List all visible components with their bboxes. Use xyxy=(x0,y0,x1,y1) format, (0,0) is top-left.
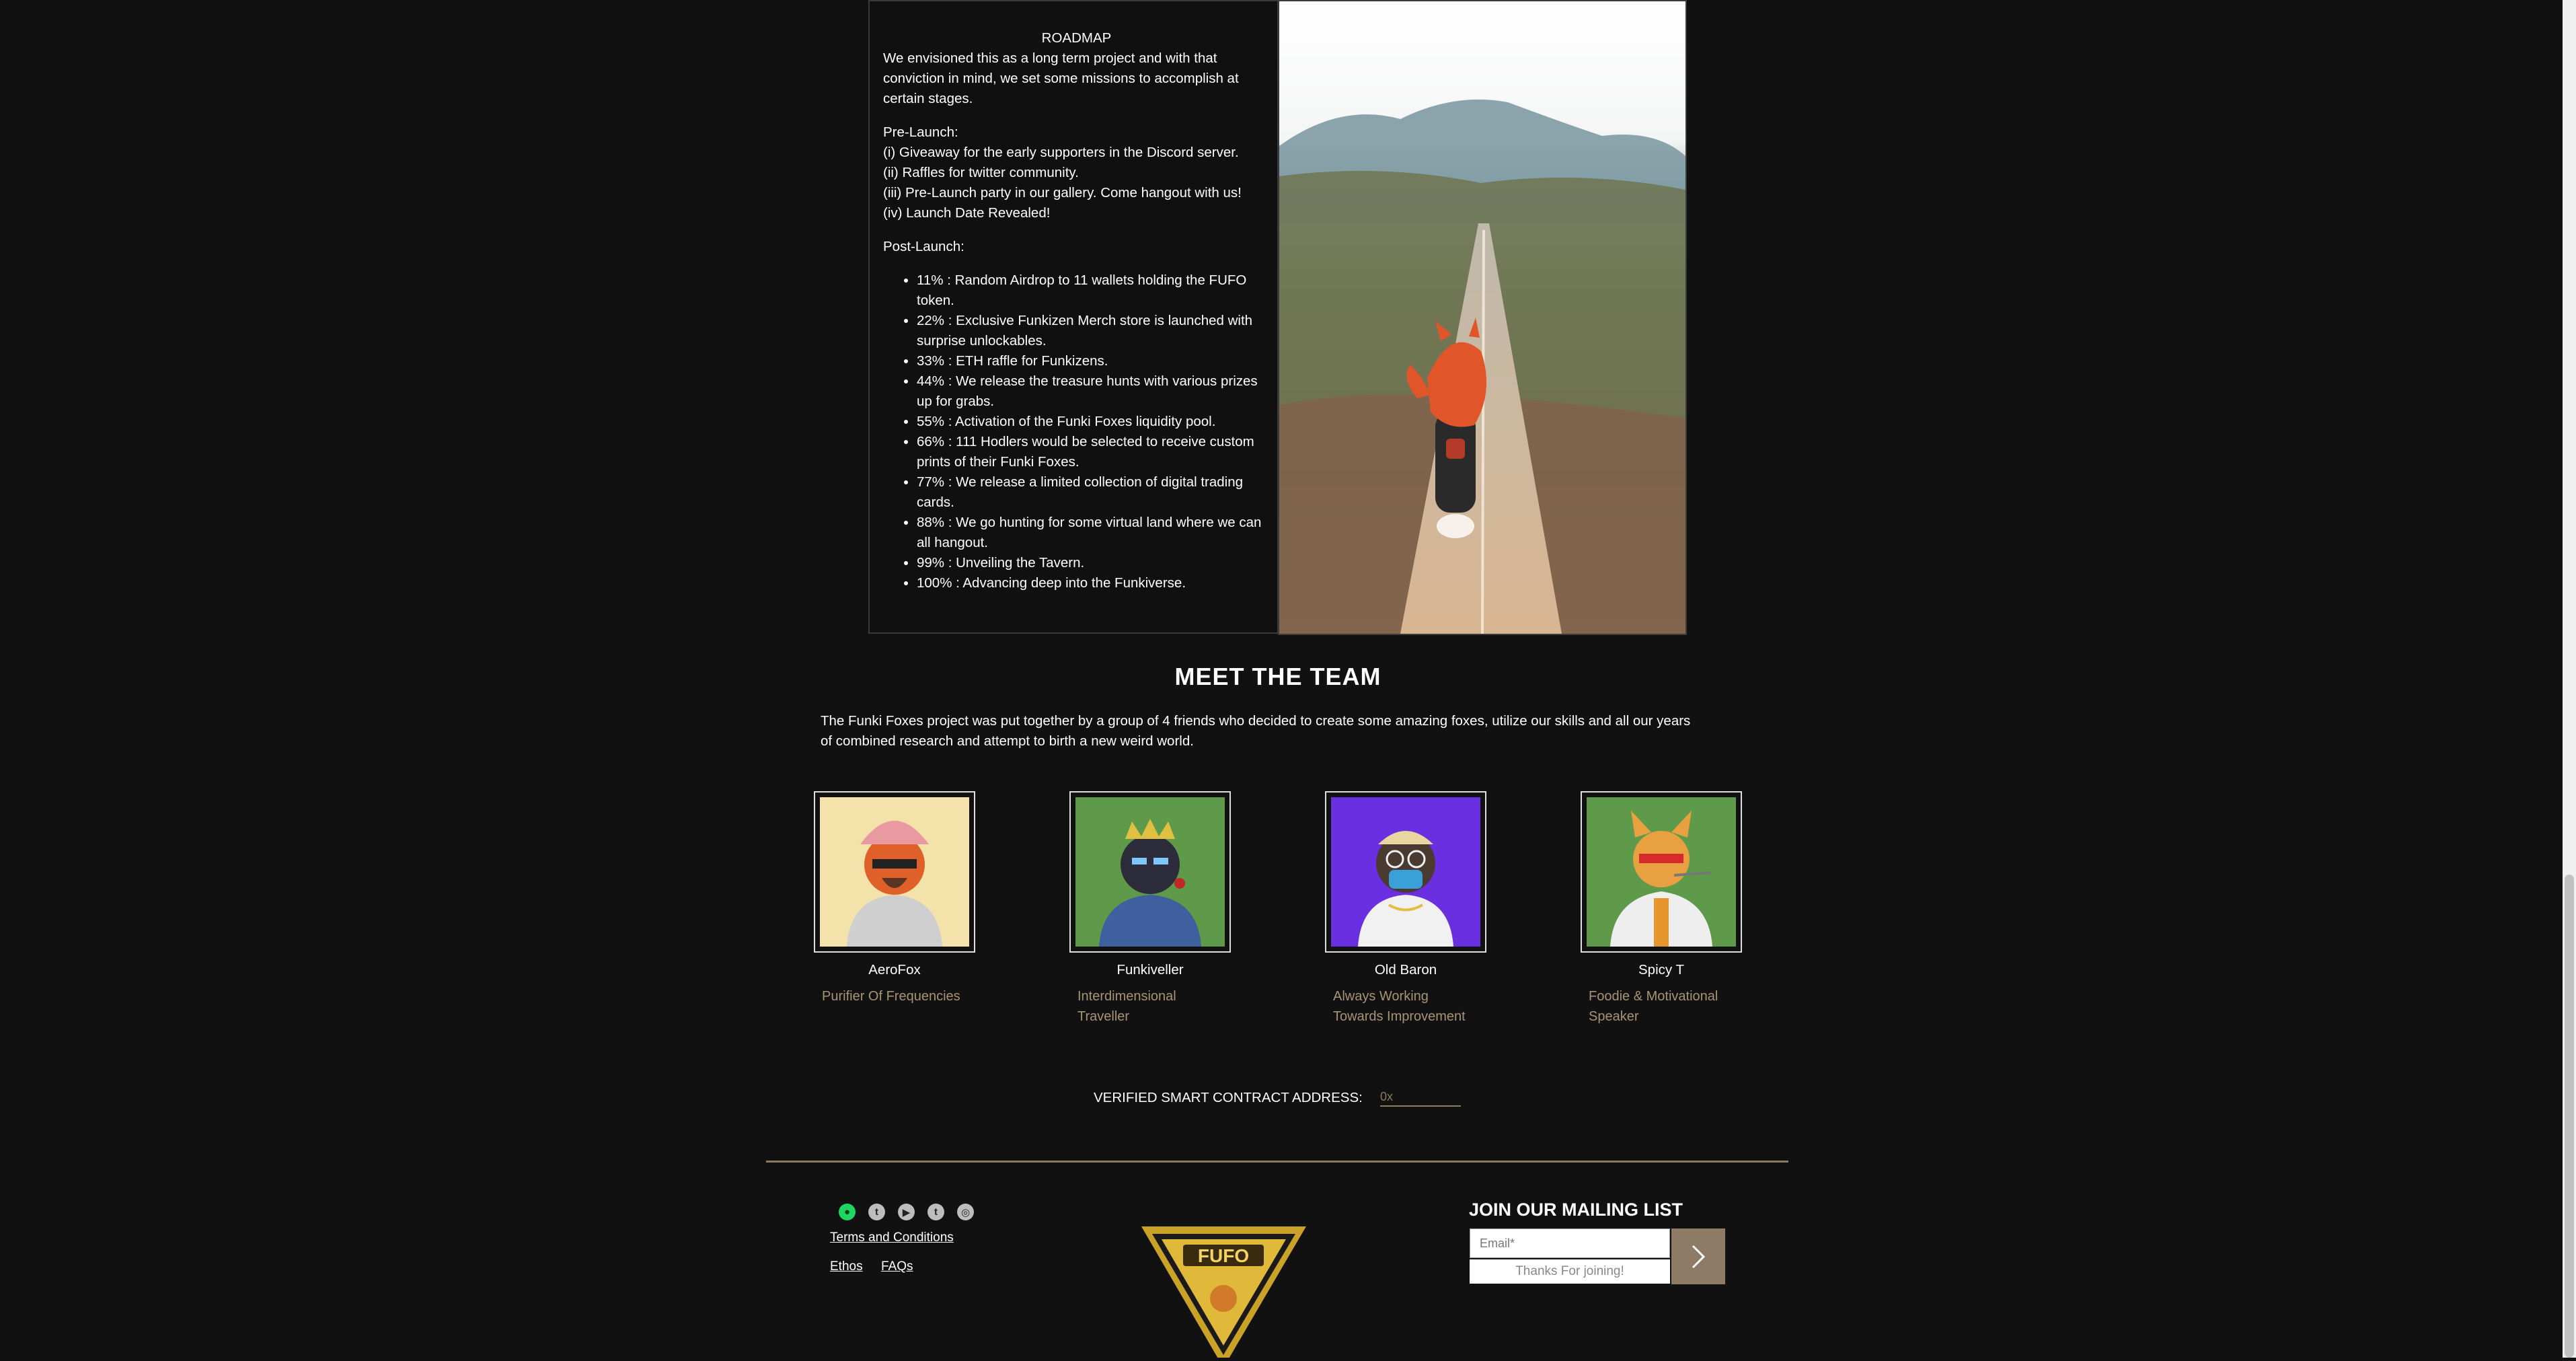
pre-launch-item: (iv) Launch Date Revealed! xyxy=(883,205,1051,221)
member-avatar xyxy=(1331,797,1480,947)
member-avatar-frame xyxy=(1069,791,1231,953)
post-launch-item: 88% : We go hunting for some virtual lan… xyxy=(917,513,1270,553)
social-links: ● t ▶ t ◎ xyxy=(839,1204,974,1221)
fufo-logo: FUFO xyxy=(1141,1223,1306,1361)
youtube-icon[interactable]: ▶ xyxy=(898,1204,915,1220)
member-avatar xyxy=(1587,797,1736,947)
team-member-card: AeroFox Purifier Of Frequencies xyxy=(814,791,1016,1006)
subscribe-button[interactable] xyxy=(1671,1228,1725,1284)
contract-address-label: VERIFIED SMART CONTRACT ADDRESS: xyxy=(1094,1090,1363,1105)
roadmap-intro: We envisioned this as a long term projec… xyxy=(883,50,1239,106)
roadmap-illustration xyxy=(1278,0,1687,635)
post-launch-item: 100% : Advancing deep into the Funkivers… xyxy=(917,573,1270,593)
member-role: Foodie & Motivational Speaker xyxy=(1589,989,1718,1024)
member-avatar-frame xyxy=(1581,791,1742,953)
tumblr-icon[interactable]: t xyxy=(927,1204,944,1220)
logo-text: FUFO xyxy=(1198,1245,1249,1266)
member-name: AeroFox xyxy=(868,962,921,978)
member-name: Funkiveller xyxy=(1116,962,1184,978)
member-role: Always Working Towards Improvement xyxy=(1333,989,1466,1024)
member-avatar xyxy=(820,797,969,947)
post-launch-item: 99% : Unveiling the Tavern. xyxy=(917,553,1270,573)
roadmap-panel: ROADMAP We envisioned this as a long ter… xyxy=(868,0,1279,634)
scrollbar-thumb[interactable] xyxy=(2565,875,2574,1358)
chevron-right-icon xyxy=(1692,1245,1706,1268)
post-launch-item: 55% : Activation of the Funki Foxes liqu… xyxy=(917,412,1270,432)
post-launch-list: 11% : Random Airdrop to 11 wallets holdi… xyxy=(883,270,1270,593)
pre-launch-item: (ii) Raffles for twitter community. xyxy=(883,165,1079,180)
email-field[interactable] xyxy=(1470,1228,1670,1258)
team-member-card: Old Baron Always Working Towards Improve… xyxy=(1325,791,1527,1027)
member-role: Interdimensional Traveller xyxy=(1077,989,1176,1024)
member-avatar-frame xyxy=(1325,791,1486,953)
old-baron-avatar-image xyxy=(1331,797,1480,947)
ethos-link[interactable]: Ethos xyxy=(830,1259,863,1274)
post-launch-item: 22% : Exclusive Funkizen Merch store is … xyxy=(917,311,1270,351)
post-launch-heading: Post-Launch: xyxy=(883,239,964,254)
roadmap-title: ROADMAP xyxy=(1041,30,1112,46)
member-avatar xyxy=(1075,797,1225,947)
post-launch-item: 44% : We release the treasure hunts with… xyxy=(917,371,1270,412)
member-role: Purifier Of Frequencies xyxy=(822,989,960,1004)
mailing-list-title: JOIN OUR MAILING LIST xyxy=(1469,1200,1683,1220)
post-launch-item: 77% : We release a limited collection of… xyxy=(917,472,1270,513)
post-launch-item: 11% : Random Airdrop to 11 wallets holdi… xyxy=(917,270,1270,311)
faqs-link[interactable]: FAQs xyxy=(881,1259,913,1274)
member-name: Spicy T xyxy=(1638,962,1684,978)
thanks-message: Thanks For joining! xyxy=(1470,1259,1670,1284)
footer-divider xyxy=(766,1161,1788,1163)
post-launch-item: 33% : ETH raffle for Funkizens. xyxy=(917,351,1270,371)
spotify-icon[interactable]: ● xyxy=(839,1204,856,1220)
pre-launch-heading: Pre-Launch: xyxy=(883,124,958,140)
team-member-card: Funkiveller Interdimensional Traveller xyxy=(1069,791,1271,1027)
contract-address-value[interactable]: 0x xyxy=(1380,1090,1461,1107)
roadmap-content: ROADMAP We envisioned this as a long ter… xyxy=(883,28,1270,593)
pre-launch-item: (iii) Pre-Launch party in our gallery. C… xyxy=(883,185,1242,200)
spicy-t-avatar-image xyxy=(1587,797,1736,947)
funkiveller-avatar-image xyxy=(1075,797,1225,947)
twitter-icon[interactable]: t xyxy=(868,1204,885,1220)
instagram-icon[interactable]: ◎ xyxy=(957,1204,974,1220)
team-section-title: MEET THE TEAM xyxy=(1174,663,1381,690)
aerofox-avatar-image xyxy=(820,797,969,947)
member-avatar-frame xyxy=(814,791,975,953)
post-launch-item: 66% : 111 Hodlers would be selected to r… xyxy=(917,432,1270,472)
team-member-card: Spicy T Foodie & Motivational Speaker xyxy=(1581,791,1782,1027)
terms-link[interactable]: Terms and Conditions xyxy=(830,1230,954,1245)
team-intro-text: The Funki Foxes project was put together… xyxy=(821,713,1691,749)
fufo-triangle-logo: FUFO xyxy=(1141,1226,1306,1361)
member-name: Old Baron xyxy=(1374,962,1437,978)
fox-motorbike-road-image xyxy=(1279,1,1685,634)
pre-launch-item: (i) Giveaway for the early supporters in… xyxy=(883,145,1239,160)
